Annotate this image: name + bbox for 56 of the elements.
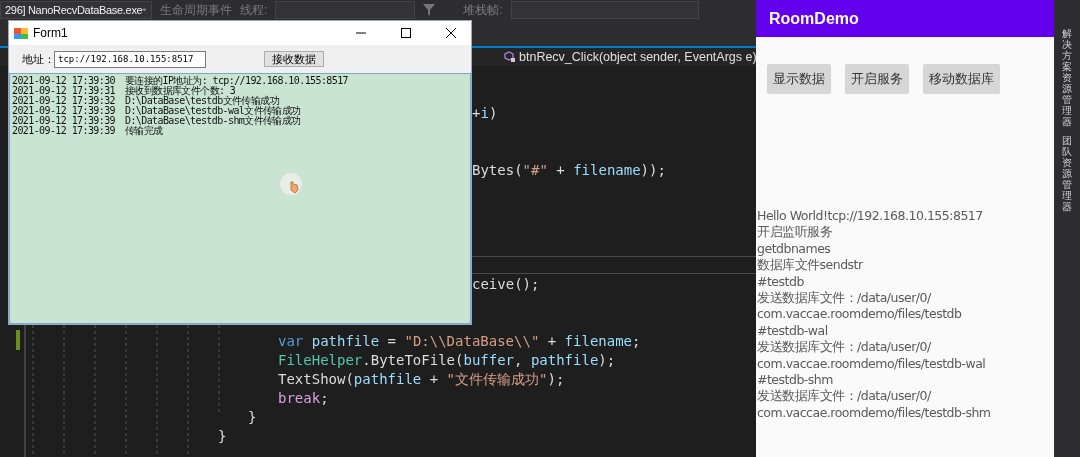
action-button[interactable]: 开启服务: [845, 64, 909, 93]
log-time: 2021-09-12 17:39:32: [12, 96, 115, 106]
action-button[interactable]: 移动数据库: [923, 64, 1000, 93]
output-line: 发送数据库文件：/data/user/0/: [757, 339, 932, 356]
process-dropdown[interactable]: 296] NanoRecvDataBase.exe: [0, 1, 152, 19]
code-line: Bytes("#" + filename));: [472, 161, 666, 180]
output-line: #testdb: [757, 273, 805, 291]
code-line: }: [248, 408, 257, 427]
stack-frame-label: 堆栈帧:: [463, 1, 503, 19]
log-time: 2021-09-12 17:39:39: [12, 126, 115, 136]
output-line: getdbnames: [757, 240, 832, 258]
cursor-icon: [279, 172, 305, 198]
action-button[interactable]: 显示数据: [767, 64, 831, 93]
log-message: 要连接的IP地址为: tcp://192.168.10.155:8517: [125, 76, 348, 86]
code-line: }: [218, 427, 227, 446]
log-time: 2021-09-12 17:39:31: [12, 86, 115, 96]
app-title: RoomDemo: [769, 9, 859, 28]
code-line: TextShow(pathfile + "文件传输成功");: [278, 370, 565, 389]
code-line: ceive();: [472, 275, 540, 294]
log-time: 2021-09-12 17:39:39: [12, 116, 115, 126]
code-line: FileHelper.ByteToFile(buffer, pathfile);: [278, 351, 616, 370]
side-panel-tab[interactable]: 团队资源管理器: [1062, 135, 1072, 212]
output-line: #testdb-wal: [757, 322, 829, 340]
output-line: 发送数据库文件：/data/user/0/: [757, 290, 932, 307]
thread-label: 线程:: [240, 1, 268, 19]
address-field[interactable]: tcp://192.168.10.155:8517: [54, 50, 206, 68]
receive-data-button[interactable]: 接收数据: [264, 51, 324, 67]
method-dropdown[interactable]: btnRecv_Click(object sender, EventArgs e): [504, 48, 757, 66]
caret-icon: [142, 8, 147, 12]
log-message: 传输完成: [125, 126, 163, 136]
log-time: 2021-09-12 17:39:30: [12, 76, 115, 86]
code-line: var pathfile = "D:\\DataBase\\" + filename;: [278, 332, 641, 351]
output-line: #testdb-shm: [757, 372, 834, 389]
log-time: 2021-09-12 17:39:39: [12, 106, 115, 116]
output-line: 开启监听服务: [757, 224, 833, 241]
output-line: com.vaccae.roomdemo/files/testdb-wal: [757, 355, 987, 373]
filter-icon[interactable]: [423, 4, 436, 16]
output-line: com.vaccae.roomdemo/files/testdb-shm: [757, 404, 992, 422]
output-line: Hello World!tcp://192.168.10.155:8517: [757, 208, 984, 225]
log-message: D:\DataBase\testdb文件传输成功: [125, 96, 279, 106]
output-line: 发送数据库文件：/data/user/0/: [757, 388, 932, 405]
window-title: Form1: [33, 26, 69, 40]
output-line: 数据库文件sendstr: [757, 257, 864, 274]
lifecycle-events-label: 生命周期事件: [160, 1, 232, 19]
side-panel-tab[interactable]: 解决方案资源管理器: [1062, 28, 1072, 127]
address-label: 地址：: [22, 51, 54, 67]
output-line: com.vaccae.roomdemo/files/testdb: [757, 306, 963, 323]
log-message: 接收到数据库文件个数: 3: [125, 86, 236, 96]
code-line: +i): [472, 104, 498, 123]
close-icon: [446, 28, 456, 38]
code-line: break;: [278, 389, 329, 408]
app-icon: [14, 26, 28, 40]
log-message: D:\DataBase\testdb-shm文件传输成功: [125, 116, 301, 126]
maximize-icon: [401, 28, 411, 38]
log-message: D:\DataBase\testdb-wal文件传输成功: [125, 106, 301, 116]
method-icon: [504, 51, 516, 63]
